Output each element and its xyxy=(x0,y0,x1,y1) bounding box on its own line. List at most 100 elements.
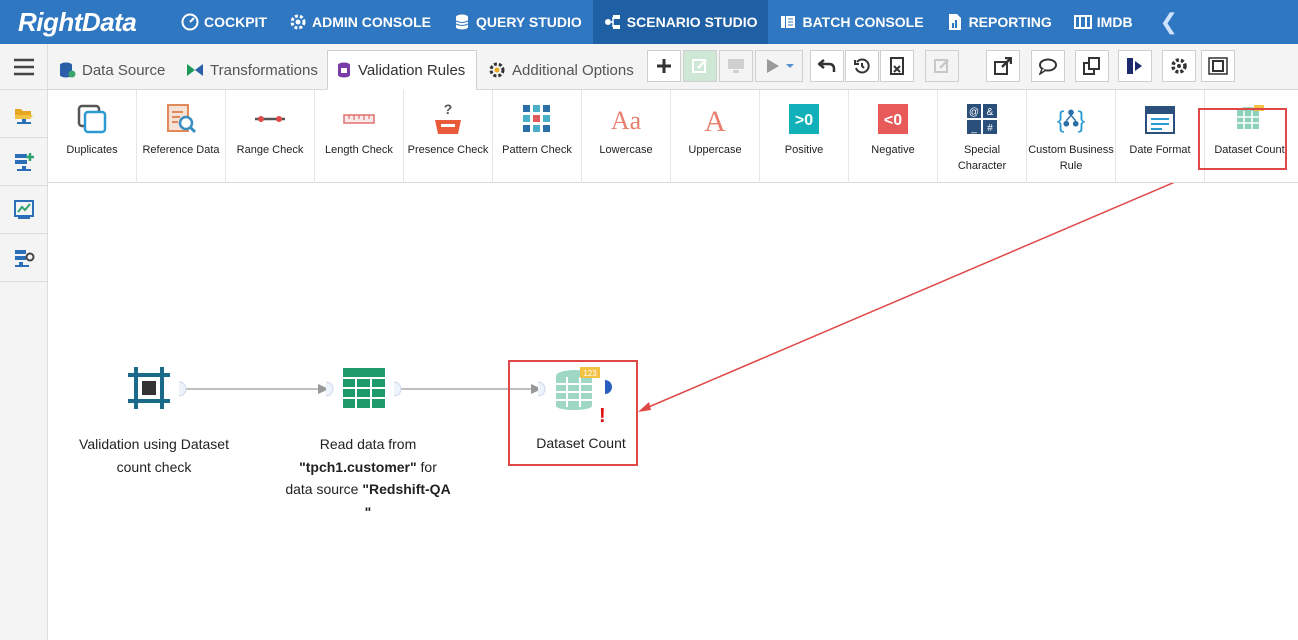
left-rail xyxy=(0,44,48,640)
scenario-canvas[interactable]: Validation using Dataset count check Rea… xyxy=(48,183,1298,640)
collapse-chevron-icon[interactable]: ❮ xyxy=(1144,9,1178,35)
copy-icon xyxy=(1083,57,1100,75)
rule-label: Presence Check xyxy=(407,144,489,156)
history-button[interactable] xyxy=(845,50,879,82)
pattern-grid-icon xyxy=(523,105,550,132)
hamburger-menu-icon[interactable] xyxy=(0,44,47,90)
nav-label: REPORTING xyxy=(968,14,1052,30)
rightdata-logo[interactable]: RightData xyxy=(0,0,170,44)
port-read-out xyxy=(393,381,402,397)
gear-icon xyxy=(489,62,505,78)
tab-additional-options[interactable]: Additional Options xyxy=(480,50,642,90)
fit-screen-button[interactable] xyxy=(1201,50,1235,82)
rule-reference-data[interactable]: Reference Data xyxy=(137,90,226,183)
nav-query-studio[interactable]: QUERY STUDIO xyxy=(442,0,593,44)
chart-screen-icon[interactable] xyxy=(0,186,47,234)
canvas-connectors xyxy=(178,183,1175,412)
settings-button[interactable] xyxy=(1162,50,1196,82)
rule-label: Uppercase xyxy=(688,144,742,156)
rule-label: Lowercase xyxy=(599,144,653,156)
batch-icon xyxy=(781,16,796,28)
rule-presence-check[interactable]: ? Presence Check xyxy=(404,90,493,183)
read-source: "Redshift-QA " xyxy=(362,481,451,520)
ruler-icon xyxy=(343,114,375,124)
tab-transformations[interactable]: Transformations xyxy=(178,50,326,90)
plus-icon xyxy=(657,59,671,73)
rule-label: Custom Business Rule xyxy=(1028,144,1114,172)
rule-lowercase[interactable]: Aa Lowercase xyxy=(582,90,671,183)
node-read-label: Read data from "tpch1.customer" for data… xyxy=(284,433,452,523)
node-start[interactable] xyxy=(126,365,172,416)
edit-icon xyxy=(692,59,707,73)
dataset-node-highlight xyxy=(508,360,638,466)
rule-range-check[interactable]: Range Check xyxy=(226,90,315,183)
edit-button[interactable] xyxy=(683,50,717,82)
positive-icon: >0 xyxy=(789,104,819,134)
read-prefix: Read data from xyxy=(319,436,417,452)
nav-reporting[interactable]: REPORTING xyxy=(935,0,1063,44)
run-button[interactable] xyxy=(755,50,803,82)
nav-admin-console[interactable]: ADMIN CONSOLE xyxy=(278,0,442,44)
settings-network-icon[interactable] xyxy=(0,234,47,282)
validation-rules-ribbon: Duplicates Reference Data Range Check Le… xyxy=(48,90,1298,183)
edit-disabled-button[interactable] xyxy=(925,50,959,82)
rule-uppercase[interactable]: A Uppercase xyxy=(671,90,760,183)
database-icon xyxy=(60,62,76,78)
nav-label: QUERY STUDIO xyxy=(476,14,582,30)
undo-button[interactable] xyxy=(810,50,844,82)
align-button[interactable] xyxy=(1118,50,1152,82)
tab-validation-rules[interactable]: Validation Rules xyxy=(327,50,477,90)
tab-data-source[interactable]: Data Source xyxy=(50,50,173,90)
bowtie-icon xyxy=(187,64,203,76)
play-icon xyxy=(767,59,794,73)
add-button[interactable] xyxy=(647,50,681,82)
report-icon xyxy=(948,14,961,30)
port-read-in xyxy=(325,381,334,397)
copy-button[interactable] xyxy=(1075,50,1109,82)
rule-negative[interactable]: <0 Negative xyxy=(849,90,938,183)
tab-row: Data Source Transformations Validation R… xyxy=(48,44,1298,90)
nav-label: BATCH CONSOLE xyxy=(802,14,924,30)
nav-label: COCKPIT xyxy=(204,14,267,30)
uppercase-icon: A xyxy=(704,105,726,135)
comment-button[interactable] xyxy=(1031,50,1065,82)
open-folder-icon[interactable] xyxy=(0,90,47,138)
export-button[interactable] xyxy=(986,50,1020,82)
nav-scenario-studio[interactable]: SCENARIO STUDIO xyxy=(592,0,769,44)
rule-pattern-check[interactable]: Pattern Check xyxy=(493,90,582,183)
add-scenario-icon[interactable] xyxy=(0,138,47,186)
svg-text:#: # xyxy=(987,123,993,134)
nav-cockpit[interactable]: COCKPIT xyxy=(170,0,278,44)
range-check-icon xyxy=(255,116,285,122)
reference-data-icon xyxy=(167,104,197,134)
rule-label: Special Character xyxy=(957,144,1007,172)
clear-button[interactable] xyxy=(880,50,914,82)
table-icon xyxy=(343,368,385,408)
monitor-icon xyxy=(728,59,744,73)
preview-button[interactable] xyxy=(719,50,753,82)
rule-positive[interactable]: >0 Positive xyxy=(760,90,849,183)
memory-icon xyxy=(1073,15,1092,29)
rule-length-check[interactable]: Length Check xyxy=(315,90,404,183)
top-navbar: RightData COCKPIT ADMIN CONSOLE QUERY ST… xyxy=(0,0,1298,44)
read-table: "tpch1.customer" xyxy=(299,458,417,475)
nav-imdb[interactable]: IMDB xyxy=(1063,0,1144,44)
custom-rule-icon: {} xyxy=(1057,107,1086,133)
rule-date-format[interactable]: Date Format xyxy=(1116,90,1205,183)
node-read-data[interactable] xyxy=(342,367,386,414)
annotation-arrowhead xyxy=(638,402,651,412)
calendar-icon xyxy=(1145,106,1175,134)
rule-label: Duplicates xyxy=(66,144,118,156)
port-start-out xyxy=(178,381,187,397)
edit-icon xyxy=(934,59,949,73)
tab-label: Data Source xyxy=(82,61,166,79)
rule-duplicates[interactable]: Duplicates xyxy=(48,90,137,183)
rule-custom-business-rule[interactable]: {} Custom Business Rule xyxy=(1027,90,1116,183)
rule-special-character[interactable]: @ & _ # Special Character xyxy=(938,90,1027,183)
nav-label: SCENARIO STUDIO xyxy=(626,14,758,30)
annotation-arrow xyxy=(643,183,1175,410)
rule-label: Positive xyxy=(784,144,824,156)
tab-label: Transformations xyxy=(210,61,318,79)
chat-icon xyxy=(1038,58,1057,75)
nav-batch-console[interactable]: BATCH CONSOLE xyxy=(768,0,934,44)
